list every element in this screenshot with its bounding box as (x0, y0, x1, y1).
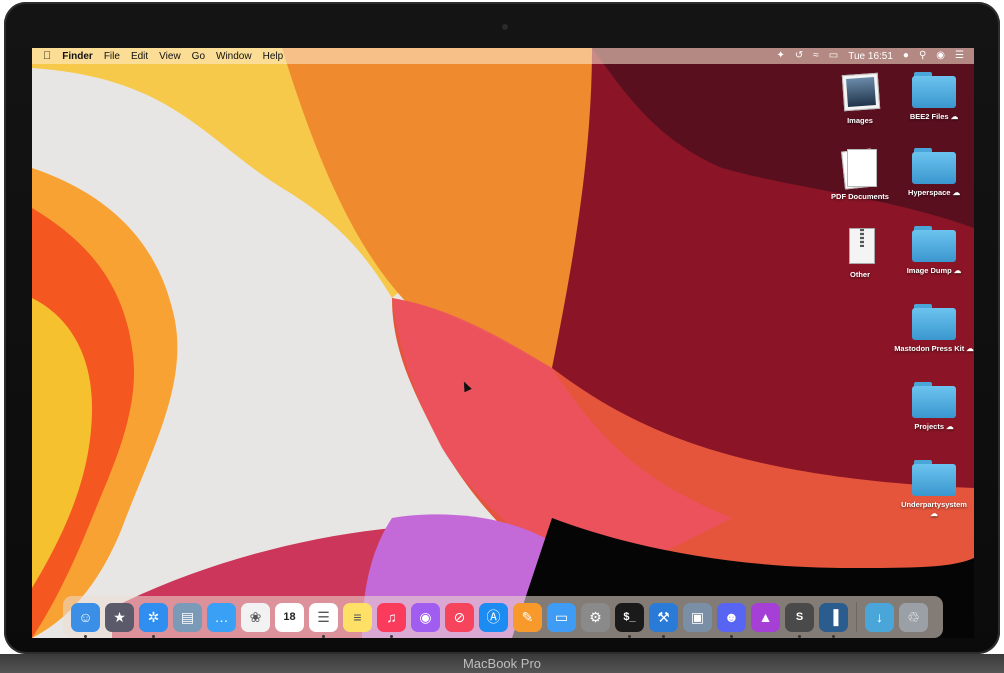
dock-app-photos[interactable]: ❀ (241, 602, 270, 632)
desktop-item-image-dump[interactable]: Image Dump ☁ (892, 226, 974, 275)
folder-icon (912, 226, 956, 262)
desktop-screen[interactable]:  Finder File Edit View Go Window Help ✦… (32, 48, 974, 638)
running-indicator (831, 634, 835, 638)
music-icon: ♫ (386, 609, 397, 625)
desktop-item-label: Underpartysystem ☁ (901, 500, 967, 518)
icloud-icon: ☁ (930, 509, 938, 518)
desktop-item-label: Images (847, 116, 873, 125)
icloud-icon: ☁ (953, 266, 962, 275)
running-indicator (83, 634, 87, 638)
terminal-icon: $_ (623, 611, 636, 623)
notes-icon: ≡ (353, 609, 362, 625)
image-capture-icon: ▣ (690, 608, 705, 625)
dock-app-equalizer[interactable]: ▐ (819, 602, 848, 638)
icloud-icon: ☁ (952, 188, 961, 197)
dock-app-xcode[interactable]: ⚒ (649, 602, 678, 638)
downloads-folder-icon: ↓ (876, 609, 883, 625)
dock: ☺ ★ ✲ ▤ … ❀ 18 ☰ ≡ ♫ ◉ ⊘ Ⓐ ✎ ▭ ⚙ $_ ⚒ ▣ ☻ ▲ S ▐ ↓ ♲ (63, 596, 943, 638)
dock-app-app-store[interactable]: Ⓐ (479, 602, 508, 632)
trash-icon: ♲ (907, 608, 920, 625)
desktop-item-label: Hyperspace ☁ (907, 188, 961, 197)
desktop-item-projects[interactable]: Projects ☁ (892, 382, 974, 431)
launchpad-icon: ★ (113, 608, 126, 625)
folder-icon (912, 148, 956, 184)
dock-downloads-folder[interactable]: ↓ (865, 602, 894, 632)
dock-app-preview[interactable]: ▤ (173, 602, 202, 632)
dock-app-reminders[interactable]: ☰ (309, 602, 338, 638)
desktop-item-pdf-documents[interactable]: PDF Documents (818, 148, 902, 201)
desktop-item-label: PDF Documents (831, 192, 889, 201)
desktop-item-underpartysystem[interactable]: Underpartysystem ☁ (892, 460, 974, 518)
icloud-icon: ☁ (946, 422, 954, 431)
app-store-icon: Ⓐ (486, 609, 501, 625)
dock-app-image-capture[interactable]: ▣ (683, 602, 712, 632)
desktop-item-label: Other (849, 270, 870, 279)
dock-separator (856, 602, 857, 632)
running-indicator (151, 634, 155, 638)
desktop-item-label: Projects ☁ (914, 422, 954, 431)
xcode-icon: ⚒ (657, 608, 670, 625)
preview-icon: ▤ (180, 608, 195, 625)
dock-app-launchpad[interactable]: ★ (105, 602, 134, 632)
camera (502, 24, 508, 30)
affinity-photo-icon: ▲ (758, 609, 773, 625)
dock-app-sublime-text[interactable]: S (785, 602, 814, 638)
reminders-icon: ☰ (317, 608, 330, 625)
desktop-item-label: BEE2 Files ☁ (909, 112, 959, 121)
desktop-item-other[interactable]: Other (818, 226, 902, 279)
dock-trash[interactable]: ♲ (899, 602, 928, 632)
dock-app-system-preferences[interactable]: ⚙ (581, 602, 610, 632)
device-model-label: MacBook Pro (0, 654, 1004, 673)
dock-app-podcasts[interactable]: ◉ (411, 602, 440, 632)
podcasts-icon: ◉ (419, 608, 432, 625)
desktop-item-hyperspace[interactable]: Hyperspace ☁ (892, 148, 974, 197)
running-indicator (389, 634, 393, 638)
dock-app-calendar[interactable]: 18 (275, 602, 304, 632)
dock-app-finder[interactable]: ☺ (71, 602, 100, 638)
desktop-item-bee2-files[interactable]: BEE2 Files ☁ (892, 72, 974, 121)
document-stack-icon (841, 148, 879, 190)
folder-icon (912, 382, 956, 418)
desktop-item-images[interactable]: Images (818, 72, 902, 125)
running-indicator (661, 634, 665, 638)
news-icon: ⊘ (453, 608, 466, 625)
dock-app-safari[interactable]: ✲ (139, 602, 168, 638)
sublime-text-icon: S (795, 611, 804, 623)
folder-icon (912, 460, 956, 496)
desktop-item-label: Mastodon Press Kit ☁ (894, 344, 974, 353)
pages-icon: ✎ (521, 608, 534, 625)
desktop-item-mastodon-press-kit[interactable]: Mastodon Press Kit ☁ (892, 304, 974, 353)
dock-app-keynote[interactable]: ▭ (547, 602, 576, 632)
safari-icon: ✲ (147, 608, 160, 625)
desktop-item-label: Image Dump ☁ (906, 266, 962, 275)
dock-app-news[interactable]: ⊘ (445, 602, 474, 632)
icloud-icon: ☁ (950, 112, 959, 121)
photos-icon: ❀ (249, 608, 262, 625)
system-preferences-icon: ⚙ (589, 608, 602, 625)
running-indicator (797, 634, 801, 638)
dock-app-affinity-photo[interactable]: ▲ (751, 602, 780, 632)
desktop-icons: Images BEE2 Files ☁ PDF Documents Hypers… (32, 48, 974, 638)
calendar-icon: 18 (283, 611, 296, 623)
zip-archive-icon (841, 226, 879, 266)
running-indicator (321, 634, 325, 638)
finder-icon: ☺ (78, 609, 93, 625)
discord-icon: ☻ (724, 609, 739, 625)
icloud-icon: ☁ (966, 344, 974, 353)
dock-app-discord[interactable]: ☻ (717, 602, 746, 638)
dock-app-messages[interactable]: … (207, 602, 236, 632)
keynote-icon: ▭ (554, 608, 569, 625)
messages-icon: … (214, 609, 229, 625)
equalizer-icon: ▐ (828, 609, 839, 625)
running-indicator (729, 634, 733, 638)
photo-thumbnail-icon (841, 72, 881, 112)
dock-app-terminal[interactable]: $_ (615, 602, 644, 638)
dock-app-pages[interactable]: ✎ (513, 602, 542, 632)
laptop-frame:  Finder File Edit View Go Window Help ✦… (0, 0, 1004, 673)
running-indicator (627, 634, 631, 638)
folder-icon (912, 304, 956, 340)
folder-icon (912, 72, 956, 108)
dock-app-notes[interactable]: ≡ (343, 602, 372, 632)
dock-app-music[interactable]: ♫ (377, 602, 406, 638)
